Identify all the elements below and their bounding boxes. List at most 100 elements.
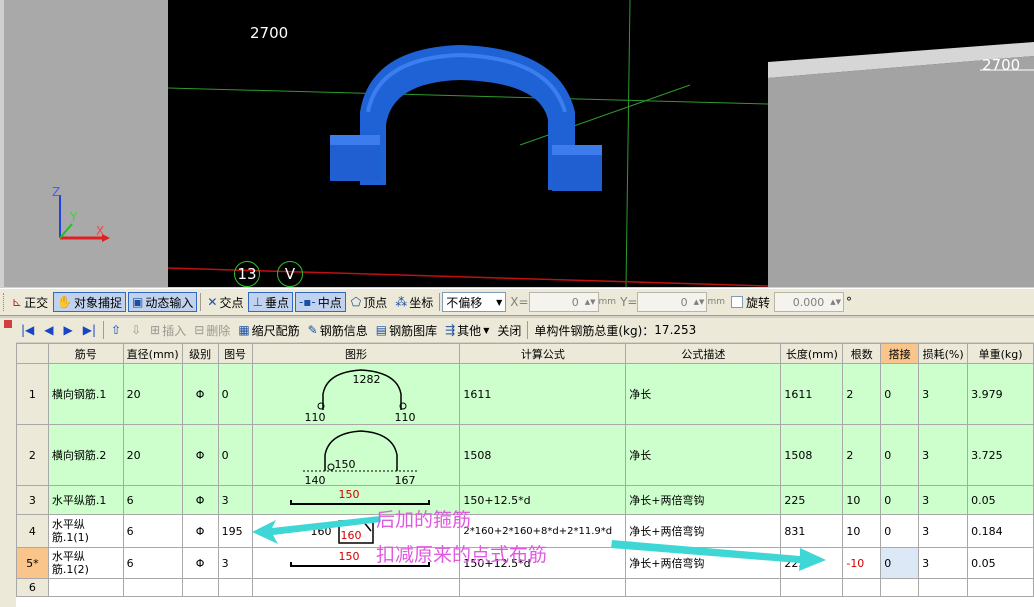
cell-diameter[interactable]: 20 — [122, 424, 183, 486]
cell-lap[interactable]: 0 — [880, 363, 920, 425]
cell-length[interactable]: 225 — [780, 485, 844, 515]
cell-unit-weight[interactable]: 0.05 — [967, 547, 1034, 579]
cell-length[interactable] — [780, 578, 844, 597]
coordinate-snap-button[interactable]: ⁂ 坐标 — [392, 292, 436, 312]
cell-rebar-name[interactable] — [47, 578, 124, 597]
first-record-icon[interactable]: |◀ — [21, 323, 34, 337]
cell-loss[interactable]: 3 — [918, 363, 969, 425]
cell-length[interactable]: 831 — [780, 514, 844, 548]
cell-count[interactable]: -10 — [842, 547, 882, 579]
cell-rebar-name[interactable]: 水平纵筋.1(2) — [47, 547, 124, 579]
row-number[interactable]: 1 — [16, 363, 49, 425]
rebar-info-button[interactable]: ✎ 钢筋信息 — [305, 320, 371, 340]
move-up-icon[interactable]: ⇧ — [111, 323, 121, 337]
cell-count[interactable]: 2 — [842, 424, 882, 486]
column-header[interactable]: 损耗(%) — [918, 343, 969, 364]
column-header[interactable]: 单重(kg) — [967, 343, 1034, 364]
cell-diameter[interactable] — [122, 578, 183, 597]
column-header[interactable]: 根数 — [842, 343, 882, 364]
rotate-checkbox[interactable] — [731, 296, 743, 308]
cell-lap[interactable] — [880, 578, 920, 597]
cell-grade[interactable]: Φ — [181, 424, 219, 486]
cell-description[interactable]: 净长+两倍弯钩 — [625, 485, 782, 515]
cell-grade[interactable] — [181, 578, 219, 597]
cell-description[interactable]: 净长 — [625, 424, 782, 486]
intersection-snap-button[interactable]: ✕ 交点 — [204, 292, 246, 312]
column-header[interactable]: 筋号 — [47, 343, 124, 364]
cell-description[interactable]: 净长+两倍弯钩 — [625, 514, 782, 548]
cell-unit-weight[interactable]: 0.05 — [967, 485, 1034, 515]
snap-number-badge[interactable]: 13 — [234, 261, 260, 287]
cell-rebar-name[interactable]: 水平纵筋.1(1) — [47, 514, 124, 548]
column-header[interactable]: 计算公式 — [459, 343, 627, 364]
object-snap-button[interactable]: ✋ 对象捕捉 — [53, 292, 127, 312]
cell-figure-number[interactable]: 3 — [217, 485, 253, 515]
cell-lap[interactable]: 0 — [880, 424, 920, 486]
vertex-snap-button[interactable]: ⬠ 顶点 — [348, 292, 390, 312]
row-number[interactable]: 2 — [16, 424, 49, 486]
cell-length[interactable]: 225 — [780, 547, 844, 579]
cell-unit-weight[interactable]: 3.979 — [967, 363, 1034, 425]
row-number[interactable]: 3 — [16, 485, 49, 515]
dynamic-input-button[interactable]: ▣ 动态输入 — [128, 292, 198, 312]
cell-count[interactable]: 2 — [842, 363, 882, 425]
row-number[interactable]: 5* — [16, 547, 49, 579]
x-coordinate-input[interactable]: 0 ▲▼ — [528, 292, 599, 312]
cell-diameter[interactable]: 20 — [122, 363, 183, 425]
table-row[interactable]: 1 横向钢筋.1 20 Φ 0 1282 110 110 1611 净长 161… — [16, 363, 1034, 425]
insert-button[interactable]: ⊞ 插入 — [147, 320, 189, 340]
cell-loss[interactable] — [918, 578, 969, 597]
column-header[interactable]: 直径(mm) — [122, 343, 183, 364]
cell-count[interactable] — [842, 578, 882, 597]
close-button[interactable]: 关闭 — [494, 320, 524, 340]
perpendicular-snap-button[interactable]: ⊥ 垂点 — [248, 292, 293, 312]
cell-length[interactable]: 1611 — [780, 363, 844, 425]
cell-figure-number[interactable] — [217, 578, 253, 597]
cell-grade[interactable]: Φ — [181, 363, 219, 425]
move-down-icon[interactable]: ⇩ — [131, 323, 141, 337]
midpoint-snap-button[interactable]: -▪- 中点 — [294, 292, 346, 312]
column-header[interactable]: 公式描述 — [625, 343, 782, 364]
cell-loss[interactable]: 3 — [918, 424, 969, 486]
previous-record-icon[interactable]: ◀ — [44, 323, 53, 337]
cell-unit-weight[interactable] — [967, 578, 1034, 597]
cell-unit-weight[interactable]: 3.725 — [967, 424, 1034, 486]
cell-diameter[interactable]: 6 — [122, 514, 183, 548]
offset-mode-select[interactable]: 不偏移 ▼ — [442, 292, 507, 312]
cell-lap[interactable]: 0 — [880, 485, 920, 515]
scale-rebar-button[interactable]: ▦ 缩尺配筋 — [235, 320, 302, 340]
last-record-icon[interactable]: ▶| — [83, 323, 96, 337]
column-header[interactable]: 搭接 — [880, 343, 920, 364]
cell-description[interactable] — [625, 578, 782, 597]
row-number[interactable]: 4 — [16, 514, 49, 548]
cell-figure-number[interactable]: 0 — [217, 363, 253, 425]
column-header[interactable]: 级别 — [181, 343, 219, 364]
table-row[interactable]: 6 — [16, 578, 1034, 597]
cell-grade[interactable]: Φ — [181, 485, 219, 515]
cell-shape[interactable]: 1282 110 110 — [251, 363, 461, 425]
cell-diameter[interactable]: 6 — [122, 485, 183, 515]
ortho-button[interactable]: ⊾ 正交 — [9, 292, 51, 312]
cell-lap[interactable]: 0 — [880, 547, 920, 579]
cell-formula[interactable] — [459, 578, 627, 597]
row-number[interactable]: 6 — [16, 578, 49, 597]
3d-viewport[interactable]: 2700 2700 Z Y X 13 V — [0, 0, 1034, 287]
cell-count[interactable]: 10 — [842, 485, 882, 515]
table-row[interactable]: 3 水平纵筋.1 6 Φ 3 150 150+12.5*d 净长+两倍弯钩 22… — [16, 485, 1034, 515]
cell-loss[interactable]: 3 — [918, 485, 969, 515]
cell-shape[interactable] — [251, 578, 461, 597]
cell-formula[interactable]: 1611 — [459, 363, 627, 425]
next-record-icon[interactable]: ▶ — [64, 323, 73, 337]
cell-grade[interactable]: Φ — [181, 514, 219, 548]
cell-diameter[interactable]: 6 — [122, 547, 183, 579]
cell-figure-number[interactable]: 0 — [217, 424, 253, 486]
rotate-angle-input[interactable]: 0.000 ▲▼ — [774, 292, 845, 312]
cell-shape[interactable]: 150 140 167 — [251, 424, 461, 486]
cell-unit-weight[interactable]: 0.184 — [967, 514, 1034, 548]
other-menu-button[interactable]: ⇶ 其他 ▼ — [442, 320, 492, 340]
cell-loss[interactable]: 3 — [918, 514, 969, 548]
cell-rebar-name[interactable]: 水平纵筋.1 — [47, 485, 124, 515]
cell-rebar-name[interactable]: 横向钢筋.2 — [47, 424, 124, 486]
rebar-library-button[interactable]: ▤ 钢筋图库 — [373, 320, 440, 340]
y-coordinate-input[interactable]: 0 ▲▼ — [637, 292, 708, 312]
